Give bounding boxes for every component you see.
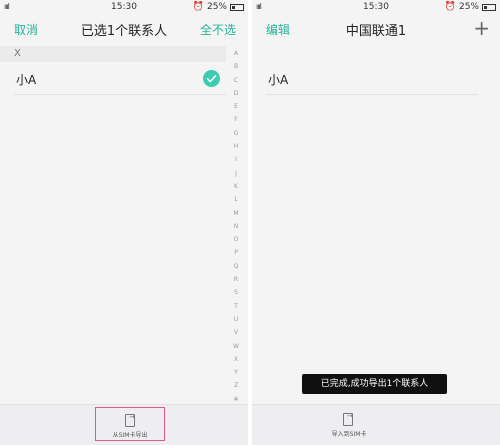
battery-percent: 25% (206, 2, 227, 12)
alphabet-index[interactable]: A B C D E F G H I J K L M N O P Q R S T U V W X Y Z # (230, 47, 242, 406)
index-letter[interactable]: G (234, 127, 239, 140)
status-bar: ıııl 15:30 ⏰ 25% (252, 0, 500, 16)
bottom-bar: 从SIM卡导出 (0, 404, 248, 445)
index-letter[interactable]: Z (234, 379, 238, 392)
index-letter[interactable]: Y (234, 366, 238, 379)
index-letter[interactable]: L (234, 193, 237, 206)
deselect-all-button[interactable]: 全不选 (200, 21, 236, 38)
index-letter[interactable]: M (233, 207, 238, 220)
index-letter[interactable]: U (234, 313, 238, 326)
index-letter[interactable]: S (234, 286, 238, 299)
index-letter[interactable]: A (234, 47, 238, 60)
index-letter[interactable]: C (234, 74, 238, 87)
bottom-bar: 导入到SIM卡 (252, 404, 500, 445)
battery-icon (230, 3, 244, 11)
status-bar: ıııl 15:30 ⏰ 25% (0, 0, 248, 16)
contact-name: 小A (16, 73, 37, 87)
alarm-icon: ⏰ (192, 2, 204, 12)
import-to-sim-button[interactable]: 导入到SIM卡 (314, 407, 384, 441)
section-header: X (0, 46, 226, 62)
contact-row[interactable]: 小A (252, 63, 478, 95)
index-letter[interactable]: K (234, 180, 238, 193)
alarm-icon: ⏰ (444, 2, 456, 12)
index-letter[interactable]: R (234, 273, 238, 286)
index-letter[interactable]: P (234, 246, 238, 259)
battery-icon (482, 3, 496, 11)
page-title: 中国联通1 (345, 24, 407, 39)
contact-name: 小A (268, 73, 289, 87)
index-letter[interactable]: T (234, 300, 238, 313)
plus-icon[interactable]: + (473, 16, 490, 40)
index-letter[interactable]: O (234, 233, 239, 246)
index-letter[interactable]: E (234, 100, 238, 113)
export-from-sim-button[interactable]: 从SIM卡导出 (95, 407, 165, 441)
sim-export-icon (125, 413, 135, 427)
index-letter[interactable]: I (235, 153, 237, 166)
nav-bar: 取消 已选1个联系人 全不选 (0, 16, 248, 42)
right-phone-screen: ıııl 15:30 ⏰ 25% 编辑 中国联通1 + 小A 已完成,成功导出1… (252, 0, 500, 445)
contact-row[interactable]: 小A (0, 63, 226, 95)
index-letter[interactable]: X (234, 353, 238, 366)
index-letter[interactable]: H (234, 140, 239, 153)
check-icon[interactable] (203, 70, 220, 87)
index-letter[interactable]: B (234, 60, 238, 73)
toast-message: 已完成,成功导出1个联系人 (302, 374, 447, 394)
left-phone-screen: ıııl 15:30 ⏰ 25% 取消 已选1个联系人 全不选 X 小A ABC… (0, 0, 248, 445)
index-letter[interactable]: N (234, 220, 239, 233)
sim-import-icon (343, 412, 353, 426)
index-letter[interactable]: V (234, 326, 238, 339)
index-letter[interactable]: W (233, 340, 239, 353)
battery-percent: 25% (458, 2, 479, 12)
index-letter[interactable]: Q (234, 260, 239, 273)
index-letter[interactable]: F (234, 113, 237, 126)
index-letter[interactable]: J (235, 167, 237, 180)
nav-bar: 编辑 中国联通1 + (252, 16, 500, 42)
index-letter[interactable]: D (234, 87, 239, 100)
